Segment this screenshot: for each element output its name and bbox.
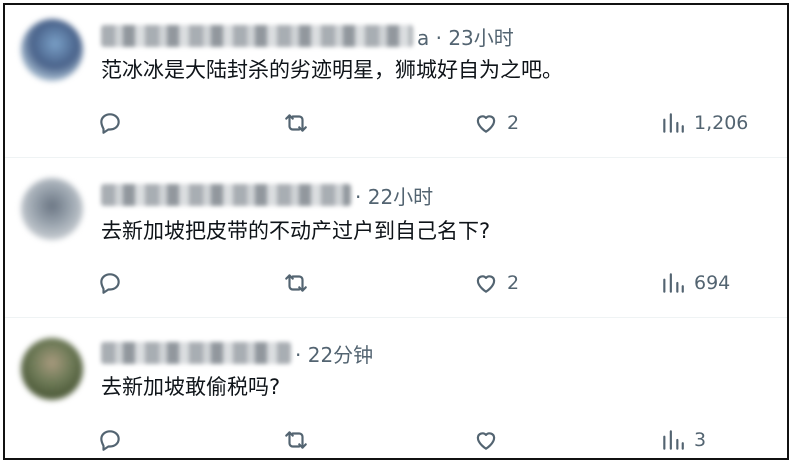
views-button[interactable]: 3 (660, 423, 706, 457)
tweet-header: · 22小时 (101, 180, 433, 210)
reply-tweet[interactable]: · 22小时 去新加坡把皮带的不动产过户到自己名下? 2 694 (5, 157, 787, 317)
views-bar-chart-icon (663, 113, 684, 133)
blurred-username[interactable] (101, 25, 413, 47)
heart-icon (476, 275, 496, 293)
retweet-button[interactable] (283, 423, 309, 457)
blurred-username[interactable] (101, 342, 291, 364)
avatar[interactable] (21, 178, 83, 240)
view-count: 3 (694, 429, 707, 451)
reply-icon (100, 113, 120, 134)
like-button[interactable] (473, 423, 507, 457)
reply-button[interactable] (97, 423, 123, 457)
reply-button[interactable] (97, 266, 123, 300)
tweet-header: · 22分钟 (101, 338, 373, 368)
heart-icon (476, 432, 496, 450)
tweet-actions: 2 694 (5, 266, 787, 300)
timestamp[interactable]: · 22分钟 (295, 339, 373, 368)
heart-icon (476, 115, 496, 133)
blurred-username[interactable] (101, 184, 351, 206)
tweet-actions: 2 1,206 (5, 106, 787, 140)
like-button[interactable]: 2 (473, 266, 519, 300)
timestamp[interactable]: · 22小时 (355, 181, 433, 210)
like-count: 2 (507, 112, 520, 134)
views-button[interactable]: 694 (660, 266, 730, 300)
retweet-icon (285, 274, 307, 292)
tweet-text: 范冰冰是大陆封杀的劣迹明星，狮城好自为之吧。 (101, 58, 563, 82)
avatar[interactable] (21, 338, 83, 400)
reply-tweet[interactable]: a · 23小时 范冰冰是大陆封杀的劣迹明星，狮城好自为之吧。 2 1,206 (5, 5, 787, 157)
reply-icon (100, 430, 120, 451)
tweet-header: a · 23小时 (101, 21, 514, 51)
view-count: 694 (694, 272, 731, 294)
tweet-text: 去新加坡敢偷税吗? (101, 375, 281, 399)
view-count: 1,206 (694, 112, 749, 134)
reply-icon (100, 273, 120, 294)
like-button[interactable]: 2 (473, 106, 519, 140)
timestamp[interactable]: a · 23小时 (417, 22, 514, 51)
retweet-button[interactable] (283, 106, 309, 140)
avatar[interactable] (21, 19, 83, 81)
views-bar-chart-icon (663, 273, 684, 293)
replies-panel: a · 23小时 范冰冰是大陆封杀的劣迹明星，狮城好自为之吧。 2 1,206 (3, 3, 789, 460)
tweet-text: 去新加坡把皮带的不动产过户到自己名下? (101, 219, 491, 243)
retweet-button[interactable] (283, 266, 309, 300)
retweet-icon (285, 431, 307, 449)
reply-button[interactable] (97, 106, 123, 140)
retweet-icon (285, 114, 307, 132)
views-button[interactable]: 1,206 (660, 106, 748, 140)
like-count: 2 (507, 272, 520, 294)
tweet-actions: 3 (5, 423, 787, 457)
reply-tweet[interactable]: · 22分钟 去新加坡敢偷税吗? 3 (5, 317, 787, 458)
views-bar-chart-icon (663, 430, 684, 450)
